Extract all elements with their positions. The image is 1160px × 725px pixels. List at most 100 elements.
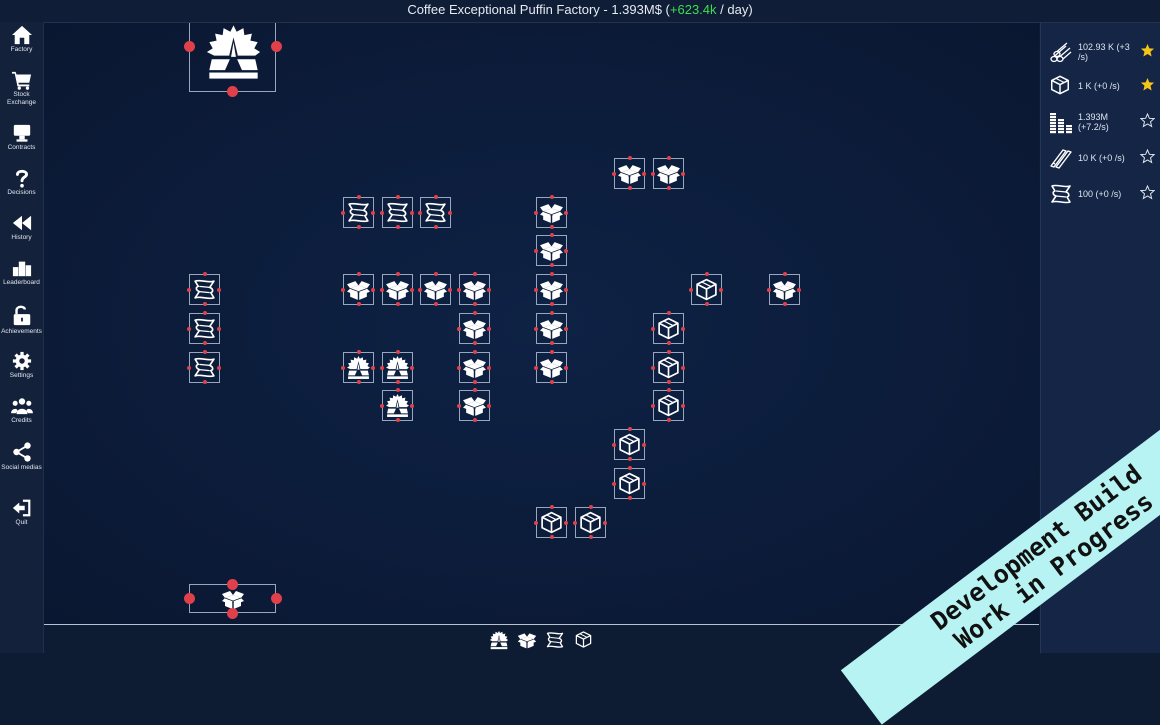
box-assembler-machine[interactable]: [534, 233, 568, 267]
machine-port[interactable]: [457, 327, 461, 331]
star-outline-icon[interactable]: [1140, 149, 1155, 164]
machine-port[interactable]: [371, 366, 375, 370]
machine-port[interactable]: [550, 505, 554, 509]
machine-port[interactable]: [628, 156, 632, 160]
machine-port[interactable]: [341, 211, 345, 215]
box-assembler-machine[interactable]: [534, 272, 568, 306]
star-filled-icon[interactable]: [1140, 43, 1155, 58]
machine-port[interactable]: [589, 535, 593, 539]
machine-port[interactable]: [410, 404, 414, 408]
machine-port[interactable]: [550, 225, 554, 229]
sidebar-item-quit[interactable]: Quit: [0, 498, 43, 527]
machine-port[interactable]: [550, 341, 554, 345]
machine-port[interactable]: [217, 288, 221, 292]
machine-port[interactable]: [371, 211, 375, 215]
machine-port[interactable]: [396, 272, 400, 276]
output-port[interactable]: [227, 86, 238, 97]
machine-port[interactable]: [396, 302, 400, 306]
box-machine[interactable]: [651, 311, 685, 345]
machine-port[interactable]: [550, 233, 554, 237]
machine-port[interactable]: [487, 404, 491, 408]
machine-port[interactable]: [434, 195, 438, 199]
machine-port[interactable]: [434, 302, 438, 306]
machine-port[interactable]: [434, 272, 438, 276]
star-outline-icon[interactable]: [1140, 185, 1155, 200]
machine-port[interactable]: [628, 186, 632, 190]
sidebar-item-leaderboard[interactable]: Leaderboard: [0, 258, 43, 287]
machine-port[interactable]: [473, 388, 477, 392]
paper-machine[interactable]: [187, 272, 221, 306]
machine-port[interactable]: [357, 272, 361, 276]
machine-port[interactable]: [550, 311, 554, 315]
machine-port[interactable]: [612, 172, 616, 176]
machine-port[interactable]: [473, 272, 477, 276]
machine-port[interactable]: [681, 366, 685, 370]
machine-port[interactable]: [783, 302, 787, 306]
box-assembler-machine[interactable]: [457, 311, 491, 345]
machine-port[interactable]: [681, 404, 685, 408]
machine-port[interactable]: [457, 288, 461, 292]
machine-port[interactable]: [380, 211, 384, 215]
paper-machine[interactable]: [187, 350, 221, 384]
sawmill-machine[interactable]: [380, 350, 414, 384]
machine-port[interactable]: [487, 288, 491, 292]
machine-port[interactable]: [628, 466, 632, 470]
paper-machine[interactable]: [380, 195, 414, 229]
machine-port[interactable]: [612, 482, 616, 486]
machine-port[interactable]: [203, 272, 207, 276]
paper-icon[interactable]: [545, 630, 565, 650]
machine-port[interactable]: [564, 249, 568, 253]
machine-port[interactable]: [628, 496, 632, 500]
input-port[interactable]: [184, 593, 195, 604]
machine-port[interactable]: [418, 288, 422, 292]
machine-port[interactable]: [550, 263, 554, 267]
star-filled-icon[interactable]: [1140, 77, 1155, 92]
resource-row-logs[interactable]: 102.93 K (+3 /s): [1041, 37, 1160, 67]
machine-port[interactable]: [473, 302, 477, 306]
sidebar-item-settings[interactable]: Settings: [0, 351, 43, 380]
sawmill-icon[interactable]: [489, 630, 509, 650]
machine-port[interactable]: [550, 272, 554, 276]
resource-row-box[interactable]: 1 K (+0 /s): [1041, 71, 1160, 101]
box-machine[interactable]: [573, 505, 607, 539]
box-assembler-machine[interactable]: [341, 272, 375, 306]
resource-row-paper[interactable]: 100 (+0 /s): [1041, 179, 1160, 209]
machine-port[interactable]: [767, 288, 771, 292]
machine-port[interactable]: [410, 211, 414, 215]
box-assembler-machine[interactable]: [457, 272, 491, 306]
machine-port[interactable]: [603, 521, 607, 525]
machine-port[interactable]: [371, 288, 375, 292]
machine-port[interactable]: [410, 366, 414, 370]
factory-grid[interactable]: [44, 23, 1039, 624]
machine-port[interactable]: [667, 380, 671, 384]
machine-port[interactable]: [534, 327, 538, 331]
sidebar-item-stock-exchange[interactable]: Stock Exchange: [0, 70, 43, 107]
box-machine[interactable]: [651, 388, 685, 422]
machine-port[interactable]: [651, 404, 655, 408]
machine-port[interactable]: [534, 211, 538, 215]
sidebar-item-factory[interactable]: Factory: [0, 25, 43, 54]
machine-port[interactable]: [380, 366, 384, 370]
machine-port[interactable]: [341, 366, 345, 370]
machine-port[interactable]: [473, 341, 477, 345]
machine-port[interactable]: [396, 350, 400, 354]
machine-port[interactable]: [487, 327, 491, 331]
resource-row-money[interactable]: 1.393M (+7.2/s): [1041, 107, 1160, 137]
machine-port[interactable]: [187, 366, 191, 370]
machine-port[interactable]: [573, 521, 577, 525]
open-box-icon[interactable]: [517, 630, 537, 650]
machine-port[interactable]: [418, 211, 422, 215]
machine-port[interactable]: [187, 327, 191, 331]
input-port[interactable]: [227, 579, 238, 590]
machine-port[interactable]: [612, 443, 616, 447]
machine-port[interactable]: [203, 341, 207, 345]
machine-port[interactable]: [550, 380, 554, 384]
box-assembler-machine[interactable]: [418, 272, 452, 306]
box-assembler-machine[interactable]: [534, 311, 568, 345]
machine-port[interactable]: [589, 505, 593, 509]
machine-port[interactable]: [396, 418, 400, 422]
sidebar-item-achievements[interactable]: Achievements: [0, 303, 43, 336]
machine-port[interactable]: [667, 311, 671, 315]
machine-port[interactable]: [689, 288, 693, 292]
box-assembler-machine[interactable]: [457, 350, 491, 384]
